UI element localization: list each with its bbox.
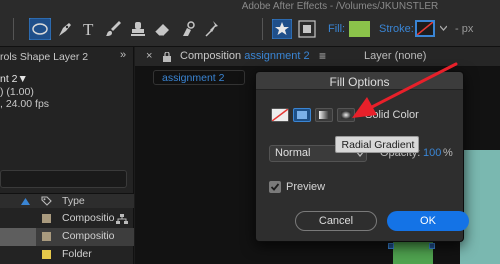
column-type-label: Type [62, 195, 85, 207]
brush-tool-icon[interactable] [104, 19, 124, 39]
item-type-label: Compositio [62, 212, 115, 224]
label-color-swatch[interactable] [42, 214, 51, 223]
cancel-button[interactable]: Cancel [295, 211, 377, 231]
fill-solid-color-button[interactable] [293, 108, 311, 122]
close-icon[interactable]: × [146, 50, 152, 62]
type-tool-icon[interactable]: T [80, 19, 100, 39]
stroke-label[interactable]: Stroke: [379, 23, 414, 35]
eraser-tool-icon[interactable] [152, 19, 172, 39]
clone-stamp-tool-icon[interactable] [128, 19, 148, 39]
teal-shape-layer[interactable] [460, 150, 500, 264]
composition-breadcrumb[interactable]: assignment 2 [153, 70, 245, 85]
label-tag-icon[interactable] [41, 196, 52, 206]
ok-button[interactable]: OK [387, 211, 469, 231]
fill-color-swatch[interactable] [349, 21, 370, 37]
tab-composition[interactable]: Composition assignment 2 [180, 50, 310, 62]
item-type-label: Folder [62, 248, 92, 260]
roto-brush-tool-icon[interactable] [178, 19, 198, 39]
sort-arrow-icon[interactable] [21, 198, 30, 205]
preview-checkbox[interactable] [269, 181, 281, 193]
tab-menu-icon[interactable]: ≡ [319, 49, 326, 63]
tooltip: Radial Gradient [335, 136, 419, 153]
comp-info-line-2: , 24.00 fps [0, 98, 50, 110]
checkmark-icon [270, 183, 280, 191]
label-color-swatch[interactable] [42, 232, 51, 241]
fill-label[interactable]: Fill: [328, 23, 345, 35]
panel-menu-icon[interactable]: » [120, 49, 126, 61]
fill-star-icon[interactable] [271, 18, 293, 40]
blend-mode-value: Normal [275, 147, 311, 159]
app-title: Adobe After Effects - /Volumes/JKUNSTLER [241, 1, 439, 12]
opacity-value[interactable]: 100 [423, 147, 441, 159]
project-panel: rols Shape Layer 2 » nt 2▼ ) (1.00) , 24… [0, 47, 134, 264]
toolbar-divider [262, 18, 263, 40]
toolbar-divider [13, 18, 14, 40]
comp-name[interactable]: nt 2▼ [0, 73, 28, 85]
lock-icon[interactable] [163, 52, 171, 62]
solid-color-icon [297, 111, 307, 119]
flowchart-icon[interactable] [116, 214, 128, 224]
item-type-label: Compositio [62, 230, 115, 242]
align-icon[interactable] [297, 19, 317, 39]
breadcrumb-label: assignment 2 [162, 72, 225, 84]
project-search-input[interactable] [0, 170, 127, 188]
fill-none-button[interactable] [271, 108, 289, 122]
pen-tool-icon[interactable] [55, 19, 75, 39]
toolbar: T Fill: Stroke: - px [0, 13, 500, 47]
tooltip-text: Radial Gradient [341, 139, 415, 151]
ellipse-tool-icon[interactable] [28, 17, 52, 41]
preview-label: Preview [286, 181, 326, 193]
stroke-width-value[interactable]: - px [455, 23, 473, 35]
path-vertex-handle[interactable] [388, 243, 394, 249]
opacity-unit: % [443, 147, 453, 159]
label-color-swatch[interactable] [42, 250, 51, 259]
svg-text:T: T [83, 20, 94, 39]
tab-composition-name: assignment 2 [244, 50, 310, 62]
comp-info-line-1: ) (1.00) [0, 86, 34, 98]
project-column-header: Type [0, 193, 134, 208]
list-item[interactable]: Compositio [0, 228, 134, 246]
panel-title: rols Shape Layer 2 [0, 51, 89, 63]
row-selection [0, 228, 36, 246]
list-item[interactable]: Compositio [0, 210, 134, 228]
list-item[interactable]: Folder [0, 246, 134, 264]
stroke-color-swatch[interactable] [415, 20, 435, 37]
puppet-pin-tool-icon[interactable] [203, 19, 223, 39]
annotation-arrow [352, 62, 458, 118]
path-vertex-handle[interactable] [429, 243, 435, 249]
chevron-down-icon[interactable] [440, 25, 447, 33]
green-shape-layer[interactable] [393, 240, 433, 264]
